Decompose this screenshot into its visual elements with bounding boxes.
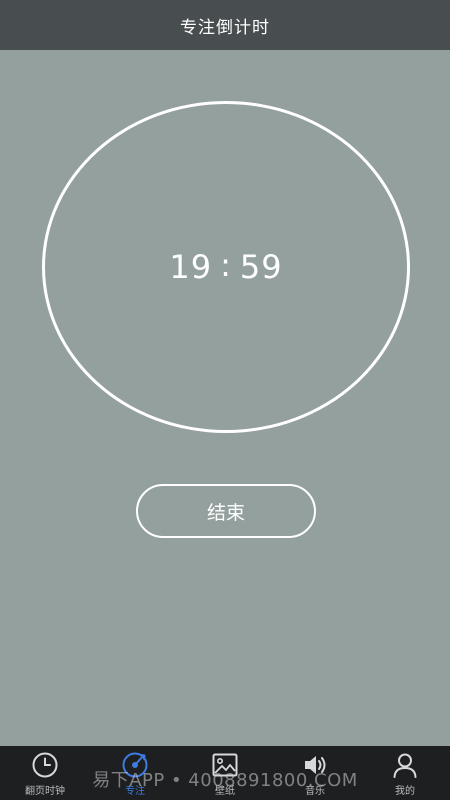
tab-label: 翻页时钟: [25, 786, 65, 797]
tab-label: 音乐: [305, 786, 325, 797]
countdown-seconds: 59: [239, 248, 283, 286]
tab-profile[interactable]: 我的: [360, 746, 450, 800]
image-icon: [211, 751, 239, 779]
countdown-ring: 19 : 59: [42, 101, 410, 433]
page-title: 专注倒计时: [180, 17, 270, 38]
tab-label: 壁纸: [215, 786, 235, 797]
tab-flip-clock[interactable]: 翻页时钟: [0, 746, 90, 800]
tab-wallpaper[interactable]: 壁纸: [180, 746, 270, 800]
speaker-icon: [301, 751, 329, 779]
header-bar: 专注倒计时: [0, 0, 450, 50]
clock-icon: [31, 751, 59, 779]
countdown-display: 19 : 59: [169, 246, 283, 286]
focus-icon: [121, 751, 149, 779]
tab-music[interactable]: 音乐: [270, 746, 360, 800]
tab-focus[interactable]: 专注: [90, 746, 180, 800]
tab-label: 专注: [125, 786, 145, 797]
countdown-minutes: 19: [169, 248, 213, 286]
countdown-separator: :: [220, 246, 232, 284]
tab-label: 我的: [395, 786, 415, 797]
person-icon: [391, 751, 419, 779]
end-button[interactable]: 结束: [136, 484, 316, 538]
bottom-tab-bar: 翻页时钟 专注 壁纸 音乐 我的: [0, 746, 450, 800]
app-screen: 专注倒计时 19 : 59 结束 翻页时钟 专注 壁纸 音乐 我的 易下APP …: [0, 0, 450, 800]
